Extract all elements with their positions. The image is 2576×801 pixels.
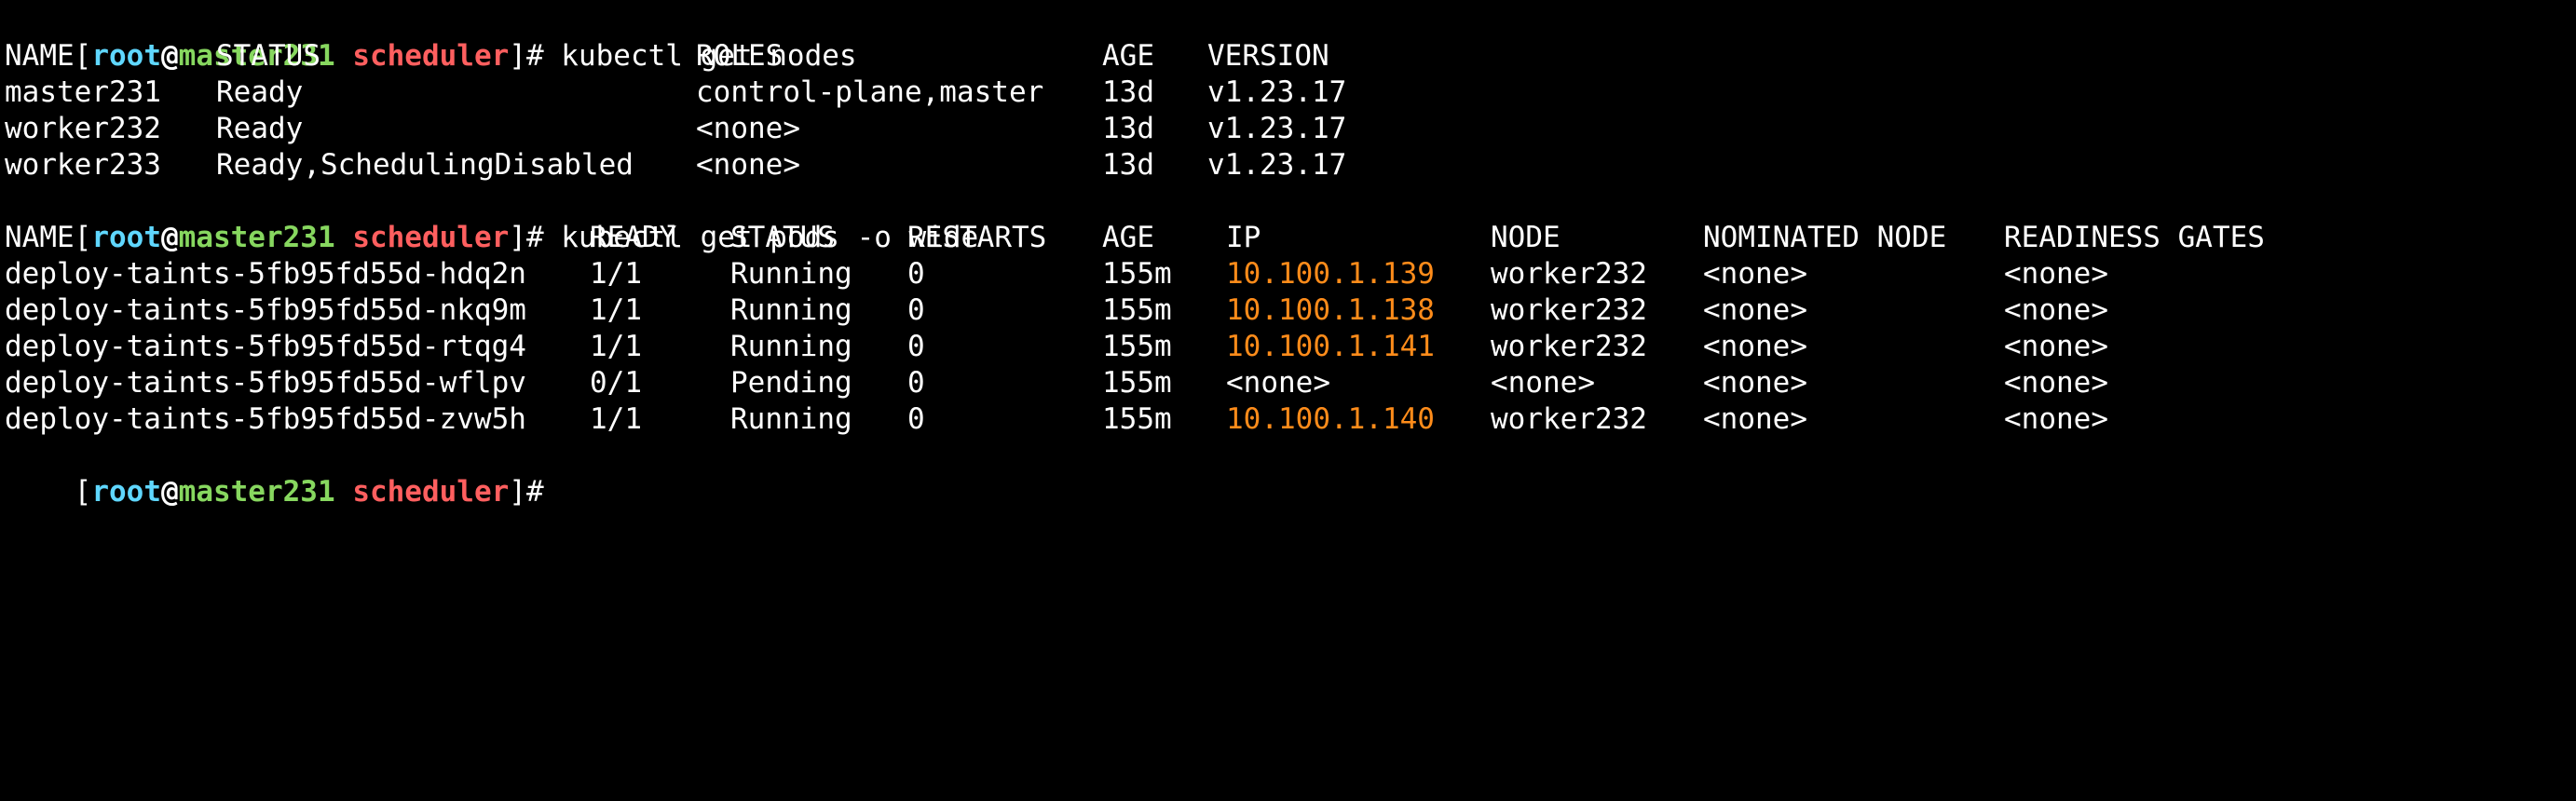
pod-ip: 10.100.1.139	[1226, 257, 1435, 291]
table-row: deploy-taints-5fb95fd55d-zvw5h 1/1 Runni…	[5, 401, 2427, 438]
pod-age: 155m	[1102, 293, 1172, 327]
prompt-line: [root@master231 scheduler]# kubectl get …	[5, 183, 979, 254]
pod-ready: 1/1	[590, 257, 642, 291]
pod-restarts: 0	[907, 330, 925, 363]
pod-readiness-gates: <none>	[2004, 402, 2108, 436]
pod-ip: 10.100.1.141	[1226, 330, 1435, 363]
pod-node: worker232	[1491, 257, 1647, 291]
pod-nominated-node: <none>	[1703, 330, 1807, 363]
pod-status: Pending	[730, 366, 852, 400]
pods-header-name: NAME	[5, 221, 75, 254]
prompt-line: [root@master231 scheduler]# kubectl get …	[5, 2, 857, 73]
pod-node: worker232	[1491, 402, 1647, 436]
pod-ip: 10.100.1.138	[1226, 293, 1435, 327]
nodes-header-roles: ROLES	[696, 39, 784, 73]
table-row: deploy-taints-5fb95fd55d-rtqg4 1/1 Runni…	[5, 329, 2427, 365]
node-status: Ready,SchedulingDisabled	[216, 148, 634, 182]
node-name: master231	[5, 75, 161, 109]
pod-readiness-gates: <none>	[2004, 257, 2108, 291]
pod-readiness-gates: <none>	[2004, 293, 2108, 327]
prompt-host: master231	[178, 475, 335, 509]
node-version: v1.23.17	[1207, 112, 1347, 145]
prompt-at: @	[160, 475, 179, 509]
pod-age: 155m	[1102, 366, 1172, 400]
pod-status: Running	[730, 402, 852, 436]
node-age: 13d	[1102, 112, 1154, 145]
node-roles: control-plane,master	[696, 75, 1044, 109]
pod-ready: 1/1	[590, 402, 642, 436]
pod-restarts: 0	[907, 293, 925, 327]
pod-nominated-node: <none>	[1703, 366, 1807, 400]
pod-node: worker232	[1491, 293, 1647, 327]
pod-nominated-node: <none>	[1703, 293, 1807, 327]
node-age: 13d	[1102, 75, 1154, 109]
prompt-open-bracket: [	[74, 475, 92, 509]
pod-ready: 1/1	[590, 293, 642, 327]
pod-readiness-gates: <none>	[2004, 330, 2108, 363]
nodes-header-status: STATUS	[216, 39, 320, 73]
pods-header-nominated-node: NOMINATED NODE	[1703, 221, 1947, 254]
table-row: deploy-taints-5fb95fd55d-wflpv 0/1 Pendi…	[5, 365, 2427, 401]
nodes-header-name: NAME	[5, 39, 75, 73]
pods-header-status: STATUS	[730, 221, 835, 254]
table-row: deploy-taints-5fb95fd55d-nkq9m 1/1 Runni…	[5, 292, 2427, 329]
pod-ready: 0/1	[590, 366, 642, 400]
table-row: worker233 Ready,SchedulingDisabled <none…	[5, 147, 1402, 183]
pod-nominated-node: <none>	[1703, 402, 1807, 436]
node-status: Ready	[216, 112, 304, 145]
prompt-user: root	[91, 475, 161, 509]
pod-name: deploy-taints-5fb95fd55d-zvw5h	[5, 402, 526, 436]
pods-header-age: AGE	[1102, 221, 1154, 254]
node-age: 13d	[1102, 148, 1154, 182]
pods-header-ip: IP	[1226, 221, 1261, 254]
pod-restarts: 0	[907, 402, 925, 436]
pod-ip: 10.100.1.140	[1226, 402, 1435, 436]
nodes-header-age: AGE	[1102, 39, 1154, 73]
table-row: master231 Ready control-plane,master 13d…	[5, 75, 1402, 111]
pod-name: deploy-taints-5fb95fd55d-hdq2n	[5, 257, 526, 291]
node-version: v1.23.17	[1207, 75, 1347, 109]
pod-node: <none>	[1491, 366, 1595, 400]
pods-header-readiness-gates: READINESS GATES	[2004, 221, 2265, 254]
pod-name: deploy-taints-5fb95fd55d-nkq9m	[5, 293, 526, 327]
node-status: Ready	[216, 75, 304, 109]
pod-status: Running	[730, 330, 852, 363]
pod-ready: 1/1	[590, 330, 642, 363]
prompt-close: ]#	[509, 475, 544, 509]
pods-header-restarts: RESTARTS	[907, 221, 1047, 254]
node-name: worker233	[5, 148, 161, 182]
pod-readiness-gates: <none>	[2004, 366, 2108, 400]
node-name: worker232	[5, 112, 161, 145]
table-row: worker232 Ready <none> 13d v1.23.17	[5, 111, 1402, 147]
pod-name: deploy-taints-5fb95fd55d-rtqg4	[5, 330, 526, 363]
nodes-table-header: NAME STATUS ROLES AGE VERSION	[5, 38, 1402, 75]
pod-restarts: 0	[907, 366, 925, 400]
pod-ip: <none>	[1226, 366, 1330, 400]
pod-restarts: 0	[907, 257, 925, 291]
command-input[interactable]	[544, 478, 561, 509]
pod-status: Running	[730, 257, 852, 291]
prompt-line[interactable]: [root@master231 scheduler]#	[5, 438, 561, 509]
pods-header-node: NODE	[1491, 221, 1561, 254]
pod-nominated-node: <none>	[1703, 257, 1807, 291]
nodes-header-version: VERSION	[1207, 39, 1329, 73]
pod-node: worker232	[1491, 330, 1647, 363]
pod-name: deploy-taints-5fb95fd55d-wflpv	[5, 366, 526, 400]
node-roles: <none>	[696, 112, 800, 145]
pods-table-header: NAME READY STATUS RESTARTS AGE IP NODE N…	[5, 220, 2427, 256]
pod-age: 155m	[1102, 402, 1172, 436]
prompt-dir: scheduler	[352, 475, 510, 509]
pods-header-ready: READY	[590, 221, 677, 254]
node-version: v1.23.17	[1207, 148, 1347, 182]
table-row: deploy-taints-5fb95fd55d-hdq2n 1/1 Runni…	[5, 256, 2427, 292]
pod-status: Running	[730, 293, 852, 327]
pod-age: 155m	[1102, 330, 1172, 363]
node-roles: <none>	[696, 148, 800, 182]
pod-age: 155m	[1102, 257, 1172, 291]
terminal-window[interactable]: [root@master231 scheduler]# kubectl get …	[0, 0, 2576, 509]
